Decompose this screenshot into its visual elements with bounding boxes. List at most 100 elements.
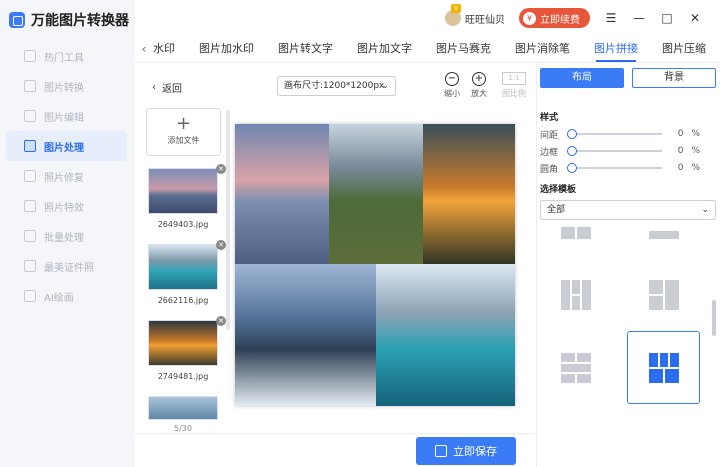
back-button[interactable]: ‹ 返回 — [152, 80, 182, 95]
sidebar-item-label: 图片转换 — [44, 82, 84, 94]
ratio-label: 图比例 — [502, 89, 526, 98]
save-button[interactable]: 立即保存 — [416, 437, 516, 465]
collage-image[interactable] — [376, 264, 515, 406]
template-option[interactable] — [540, 332, 612, 404]
template-option[interactable] — [628, 259, 700, 331]
remove-file-icon[interactable]: ✕ — [216, 240, 226, 250]
template-filter-select[interactable]: 全部 ⌄ — [540, 200, 716, 220]
renew-label: 立即续费 — [540, 14, 580, 26]
tab-scroll-left-icon[interactable]: ‹ — [135, 42, 153, 56]
maximize-icon[interactable]: □ — [660, 11, 674, 25]
tab-image-to-text[interactable]: 图片转文字 — [266, 36, 345, 62]
avatar: V — [445, 4, 461, 26]
template-option[interactable] — [540, 225, 612, 241]
template-icon — [648, 352, 679, 383]
template-icon — [649, 280, 679, 310]
app-logo-icon — [9, 12, 25, 28]
ratio-button[interactable]: 1:1 图比例 — [502, 72, 526, 99]
template-option[interactable] — [628, 225, 700, 241]
remove-file-icon[interactable]: ✕ — [216, 316, 226, 326]
collage-image[interactable] — [423, 124, 515, 264]
hot-tools-icon — [24, 50, 36, 62]
sidebar-item-label: 照片特效 — [44, 202, 84, 214]
add-file-label: 添加文件 — [167, 136, 200, 145]
sidebar-item-hot-tools[interactable]: 热门工具 — [6, 41, 127, 71]
template-icon — [649, 231, 679, 239]
slider-unit: % — [691, 129, 700, 139]
zoom-in-label: 放大 — [471, 89, 487, 98]
sidebar-item-image-process[interactable]: 图片处理 — [6, 131, 127, 161]
app-title-text: 万能图片转换器 — [31, 13, 129, 29]
sidebar-item-label: 最美证件照 — [44, 262, 94, 274]
slider-value: 0 — [677, 129, 684, 139]
canvas-size-select[interactable]: 画布尺寸:1200*1200px ⌄ — [277, 76, 396, 96]
spacing-slider[interactable] — [567, 129, 663, 139]
menu-icon[interactable]: ☰ — [604, 11, 618, 25]
image-process-icon — [24, 140, 36, 152]
file-list-scrollbar[interactable] — [226, 110, 230, 330]
slider-value: 0 — [677, 146, 684, 156]
tab-mosaic[interactable]: 图片马赛克 — [424, 36, 503, 62]
template-scrollbar[interactable] — [712, 300, 716, 336]
image-convert-icon — [24, 80, 36, 92]
tab-watermark[interactable]: 水印 — [153, 36, 187, 62]
file-thumbnail[interactable] — [148, 168, 218, 214]
template-icon — [561, 227, 591, 239]
renew-button[interactable]: ¥ 立即续费 — [519, 8, 590, 28]
sidebar-item-label: AI绘画 — [44, 292, 74, 304]
remove-file-icon[interactable]: ✕ — [216, 164, 226, 174]
slider-value: 0 — [677, 163, 684, 173]
minimize-icon[interactable]: — — [632, 11, 646, 25]
file-thumbnail[interactable] — [148, 396, 218, 420]
ratio-box: 1:1 — [502, 72, 526, 85]
slider-handle[interactable] — [567, 163, 577, 173]
tab-add-watermark[interactable]: 图片加水印 — [187, 36, 266, 62]
tab-compress[interactable]: 图片压缩 — [650, 36, 718, 62]
tab-eraser[interactable]: 图片消除笔 — [503, 36, 582, 62]
chevron-left-icon: ‹ — [152, 82, 156, 93]
collage-image[interactable] — [329, 124, 423, 264]
user-info[interactable]: V 旺旺仙贝 — [445, 4, 505, 26]
collage-image[interactable] — [235, 264, 376, 406]
plus-icon: + — [175, 113, 192, 134]
coin-icon: ¥ — [523, 11, 536, 25]
sidebar-item-image-convert[interactable]: 图片转换 — [6, 71, 127, 101]
template-option-selected[interactable] — [627, 331, 700, 404]
add-file-button[interactable]: + 添加文件 — [146, 108, 221, 156]
sidebar-item-label: 照片修复 — [44, 172, 84, 184]
collage-image[interactable] — [235, 124, 329, 264]
photo-repair-icon — [24, 170, 36, 182]
chevron-down-icon: ⌄ — [701, 205, 709, 215]
file-thumbnail[interactable] — [148, 244, 218, 290]
slider-handle[interactable] — [567, 129, 577, 139]
close-icon[interactable]: ✕ — [688, 11, 702, 25]
file-thumbnail[interactable] — [148, 320, 218, 366]
zoom-in-button[interactable]: + 放大 — [471, 72, 487, 99]
spacing-slider-row: 间距 0% — [540, 127, 700, 141]
collage-canvas[interactable] — [235, 124, 515, 406]
template-option[interactable] — [540, 259, 612, 331]
background-button[interactable]: 背景 — [632, 68, 716, 88]
batch-icon — [24, 230, 36, 242]
slider-handle[interactable] — [567, 146, 577, 156]
tab-add-text[interactable]: 图片加文字 — [345, 36, 424, 62]
sidebar-item-image-edit[interactable]: 图片编辑 — [6, 101, 127, 131]
sidebar-item-photo-effects[interactable]: 照片特效 — [6, 191, 127, 221]
file-name: 2662116.jpg — [157, 296, 209, 305]
sidebar-item-batch[interactable]: 批量处理 — [6, 221, 127, 251]
sidebar-item-ai-paint[interactable]: AI绘画 — [6, 281, 127, 311]
sidebar-item-label: 热门工具 — [44, 52, 84, 64]
zoom-out-button[interactable]: − 缩小 — [444, 72, 460, 99]
file-name: 2749481.jpg — [157, 372, 209, 381]
id-photo-icon — [24, 260, 36, 272]
sidebar-item-photo-repair[interactable]: 照片修复 — [6, 161, 127, 191]
sidebar-item-id-photo[interactable]: 最美证件照 — [6, 251, 127, 281]
radius-slider[interactable] — [567, 163, 663, 173]
app-title: 万能图片转换器 — [9, 10, 129, 30]
radius-slider-row: 圆角 0% — [540, 161, 700, 175]
tab-stitch[interactable]: 图片拼接 — [582, 36, 650, 62]
download-icon — [435, 445, 447, 457]
template-icon — [561, 280, 591, 310]
layout-button[interactable]: 布局 — [540, 68, 624, 88]
border-slider[interactable] — [567, 146, 663, 156]
